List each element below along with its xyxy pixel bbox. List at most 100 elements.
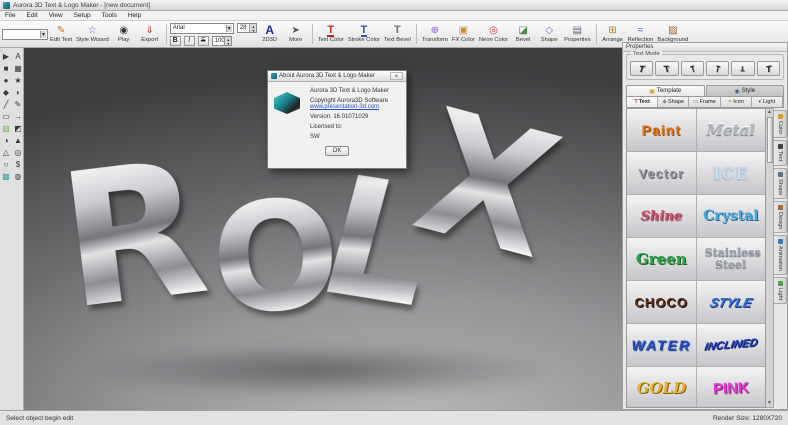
stroke-color-icon: T: [361, 25, 368, 37]
side-tab-design[interactable]: Design: [774, 201, 787, 233]
template-item-green[interactable]: Green: [627, 238, 696, 280]
template-item-gold[interactable]: GOLD: [627, 367, 696, 408]
template-item-pink[interactable]: PINK: [697, 367, 766, 408]
scroll-down-icon[interactable]: ▼: [767, 400, 772, 407]
text-bevel-button[interactable]: T Text Bevel: [382, 22, 413, 46]
ring-tool-icon[interactable]: ○: [0, 158, 12, 170]
tab-template[interactable]: ▣ Template: [626, 85, 705, 96]
status-bar: Select object begin edit Render Size: 12…: [0, 410, 788, 425]
template-item-vector[interactable]: Vector: [627, 152, 696, 194]
dialog-close-button[interactable]: ×: [390, 72, 403, 80]
scroll-up-icon[interactable]: ▲: [767, 109, 772, 116]
tab-style[interactable]: ◉ Style: [706, 85, 785, 96]
torus-tool-icon[interactable]: ◎: [12, 146, 24, 158]
color-tab-icon: [778, 114, 783, 119]
animation-tab-icon: [778, 239, 783, 244]
frame-tool-icon[interactable]: ▭: [0, 110, 12, 122]
play-button[interactable]: ◉ Play: [111, 22, 137, 46]
font-family-combo[interactable]: Arial: [170, 23, 234, 34]
grid-tool-icon[interactable]: ▦: [12, 62, 24, 74]
subtab-text[interactable]: T Text: [627, 97, 658, 107]
cone-tool-icon[interactable]: ▲: [12, 134, 24, 146]
font-height-spinner[interactable]: 100: [212, 36, 232, 46]
side-tab-color[interactable]: Color: [774, 110, 787, 138]
text-color-icon: T: [327, 25, 334, 37]
text-mode-rotate-left-button[interactable]: T: [681, 61, 704, 76]
template-item-style[interactable]: STYLE: [697, 281, 766, 323]
side-tab-text[interactable]: Text: [774, 140, 787, 165]
template-item-water[interactable]: WATER: [627, 324, 696, 366]
polygon-tool-icon[interactable]: ◆: [0, 86, 12, 98]
side-tab-light[interactable]: Light: [774, 277, 787, 304]
bevel-button[interactable]: ◪ Bevel: [510, 22, 536, 46]
line-tool-icon[interactable]: ╱: [0, 98, 12, 110]
ok-button[interactable]: OK: [325, 146, 349, 156]
select-tool-icon[interactable]: ▶: [0, 50, 12, 62]
template-item-ice[interactable]: ICE: [697, 152, 766, 194]
shape-tool-icon[interactable]: ◗: [12, 86, 24, 98]
template-item-paint[interactable]: Paint: [627, 109, 696, 151]
side-tab-animation[interactable]: Animation: [774, 235, 787, 275]
menu-setup[interactable]: Setup: [74, 12, 91, 19]
text-mode-rotate-right-button[interactable]: T: [706, 61, 729, 76]
toolbar-separator: [416, 24, 417, 44]
pyramid-tool-icon[interactable]: △: [0, 146, 12, 158]
text-mode-horizontal-button[interactable]: T: [630, 61, 653, 76]
shape-button[interactable]: ◇ Shape: [536, 22, 562, 46]
3d-letter[interactable]: X: [402, 86, 573, 284]
subtab-shape[interactable]: ◆ Shape: [658, 97, 689, 107]
ellipse-tool-icon[interactable]: ●: [0, 74, 12, 86]
scrollbar-thumb[interactable]: [767, 117, 773, 163]
template-label: WATER: [631, 337, 691, 353]
subtab-icon[interactable]: ✦ Icon: [721, 97, 752, 107]
menu-tools[interactable]: Tools: [102, 12, 117, 19]
stroke-color-button[interactable]: T Stroke Color: [346, 22, 382, 46]
strike-button[interactable]: S: [198, 36, 209, 46]
properties-button[interactable]: ▤ Properties: [562, 22, 592, 46]
rectangle-tool-icon[interactable]: ■: [0, 62, 12, 74]
3d-letter[interactable]: R: [51, 135, 215, 336]
text-mode-perspective-button[interactable]: T: [757, 61, 780, 76]
transform-button[interactable]: ⊕ Transform: [420, 22, 450, 46]
menu-edit[interactable]: Edit: [26, 12, 37, 19]
subtab-light[interactable]: ◐ Light: [752, 97, 783, 107]
freehand-tool-icon[interactable]: ✎: [12, 98, 24, 110]
template-item-metal[interactable]: Metal: [697, 109, 766, 151]
template-item-choco[interactable]: CHOCO: [627, 281, 696, 323]
side-tab-shape[interactable]: Shape: [774, 168, 787, 199]
template-item-stainless-steel[interactable]: Stainless Steel: [697, 238, 766, 280]
template-item-crystal[interactable]: Crystal: [697, 195, 766, 237]
gallery-scrollbar[interactable]: ▲ ▼: [766, 108, 774, 408]
more-fonts-button[interactable]: ➤ More: [283, 22, 309, 46]
export-button[interactable]: ⇓ Export: [137, 22, 163, 46]
text-tool-icon[interactable]: A: [12, 50, 24, 62]
extrude-tool-icon[interactable]: ▩: [0, 170, 12, 182]
menu-help[interactable]: Help: [128, 12, 141, 19]
edit-text-button[interactable]: ✎ Edit Text: [48, 22, 74, 46]
menu-file[interactable]: File: [5, 12, 15, 19]
italic-button[interactable]: I: [184, 36, 195, 46]
sphere-tool-icon[interactable]: ◑: [0, 134, 12, 146]
text-mode-flip-button[interactable]: T: [731, 61, 754, 76]
style-wizard-button[interactable]: ☆ Style Wizard: [74, 22, 111, 46]
style-preset-combo[interactable]: [2, 29, 48, 40]
template-item-inclined[interactable]: INCLINED: [697, 324, 766, 366]
text-mode-skew-button[interactable]: T: [655, 61, 678, 76]
symbol-tool-icon[interactable]: $: [12, 158, 24, 170]
website-link[interactable]: www.presentation-3d.com: [310, 104, 379, 110]
arrow-tool-icon[interactable]: →: [12, 110, 24, 122]
dialog-title-bar[interactable]: About Aurora 3D Text & Logo Maker ×: [268, 71, 406, 82]
fx-color-button[interactable]: ▣ FX Color: [450, 22, 477, 46]
star-tool-icon[interactable]: ★: [12, 74, 24, 86]
subtab-frame[interactable]: ▭ Frame: [689, 97, 720, 107]
cuboid-tool-icon[interactable]: ◩: [12, 122, 24, 134]
material-tool-icon[interactable]: ◍: [12, 170, 24, 182]
neon-color-button[interactable]: ◎ Neon Color: [477, 22, 510, 46]
template-item-shine[interactable]: Shine: [627, 195, 696, 237]
cube-tool-icon[interactable]: ▧: [0, 122, 12, 134]
font-size-spinner[interactable]: 28: [237, 23, 257, 33]
bold-button[interactable]: B: [170, 36, 181, 46]
mode-2d3d-button[interactable]: A 2D3D: [257, 22, 283, 46]
menu-view[interactable]: View: [49, 12, 63, 19]
text-color-button[interactable]: T Text Color: [316, 22, 346, 46]
